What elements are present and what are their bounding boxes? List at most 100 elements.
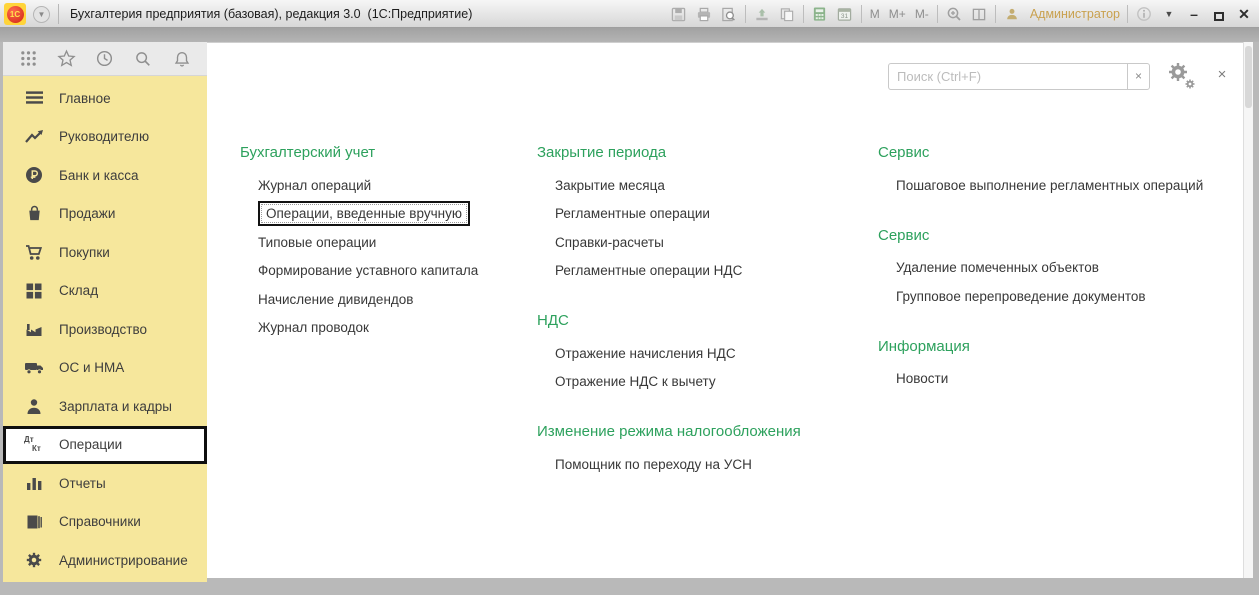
history-clock-icon[interactable] bbox=[94, 48, 116, 70]
calendar-icon[interactable]: 31 bbox=[836, 5, 854, 23]
books-icon bbox=[23, 512, 45, 532]
chevron-down-icon[interactable]: ▼ bbox=[1160, 5, 1178, 23]
link-novosti[interactable]: Новости bbox=[896, 371, 948, 386]
sidebar-item-operacii[interactable]: Дт Кт Операции bbox=[3, 425, 207, 464]
sidebar: Главное Руководителю Банк и касса Продаж… bbox=[3, 76, 207, 582]
section-title: Бухгалтерский учет bbox=[240, 144, 376, 161]
sidebar-item-proizvodstvo[interactable]: Производство bbox=[3, 310, 207, 349]
section-title: Закрытие периода bbox=[537, 144, 667, 161]
maximize-icon bbox=[1214, 11, 1224, 21]
app-logo: 1С bbox=[4, 3, 26, 25]
link-zhurnal-operacij[interactable]: Журнал операций bbox=[258, 178, 371, 193]
divider bbox=[860, 5, 862, 23]
sidebar-item-rukovoditelyu[interactable]: Руководителю bbox=[3, 118, 207, 157]
svg-text:31: 31 bbox=[841, 13, 849, 20]
section-servis-2: Сервис Удаление помеченных объектов Груп… bbox=[878, 226, 1238, 311]
favorites-star-icon[interactable] bbox=[56, 48, 78, 70]
divider bbox=[994, 5, 996, 23]
ruble-icon bbox=[23, 165, 45, 185]
link-operacii-vvedennye-vruchnuyu[interactable]: Операции, введенные вручную bbox=[258, 201, 470, 227]
search-input[interactable] bbox=[888, 63, 1128, 90]
menu-icon bbox=[23, 88, 45, 108]
zoom-icon[interactable] bbox=[945, 5, 963, 23]
sidebar-item-otchety[interactable]: Отчеты bbox=[3, 464, 207, 503]
dtkt-icon: Дт Кт bbox=[24, 434, 41, 453]
link-gruppovoe-pereprovedenie[interactable]: Групповое перепроведение документов bbox=[896, 289, 1146, 304]
truck-icon bbox=[23, 358, 45, 378]
link-pomoshchnik-usn[interactable]: Помощник по переходу на УСН bbox=[555, 457, 752, 472]
link-zakrytie-mesyaca[interactable]: Закрытие месяца bbox=[555, 178, 665, 193]
search-clear-button[interactable]: × bbox=[1127, 63, 1150, 90]
sidebar-item-prodazhi[interactable]: Продажи bbox=[3, 195, 207, 234]
vertical-scrollbar[interactable] bbox=[1243, 42, 1253, 578]
link-otrazhenie-nachisleniya-nds[interactable]: Отражение начисления НДС bbox=[555, 346, 736, 361]
maximize-button[interactable] bbox=[1210, 5, 1228, 23]
section-zakrytie-perioda: Закрытие периода Закрытие месяца Регламе… bbox=[537, 143, 872, 285]
minimize-button[interactable]: – bbox=[1185, 5, 1203, 23]
sidebar-item-spravochniki[interactable]: Справочники bbox=[3, 503, 207, 542]
cart-icon bbox=[23, 242, 45, 262]
settings-gears-icon[interactable] bbox=[1167, 61, 1197, 91]
person-icon bbox=[23, 396, 45, 416]
section-informaciya: Информация Новости bbox=[878, 337, 1238, 394]
gear-icon bbox=[23, 550, 45, 570]
section-nds: НДС Отражение начисления НДС Отражение Н… bbox=[537, 311, 872, 396]
send-icon[interactable] bbox=[753, 5, 771, 23]
link-spravki-raschety[interactable]: Справки-расчеты bbox=[555, 235, 664, 250]
link-reglamentnye-operacii-nds[interactable]: Регламентные операции НДС bbox=[555, 263, 742, 278]
divider bbox=[802, 5, 804, 23]
sidebar-item-pokupki[interactable]: Покупки bbox=[3, 233, 207, 272]
sidebar-item-zarplata-i-kadry[interactable]: Зарплата и кадры bbox=[3, 387, 207, 426]
print-icon[interactable] bbox=[695, 5, 713, 23]
info-icon[interactable] bbox=[1135, 5, 1153, 23]
link-poshagovoe-vypolnenie[interactable]: Пошаговое выполнение регламентных операц… bbox=[896, 178, 1203, 193]
close-button[interactable]: ✕ bbox=[1235, 5, 1253, 23]
copy-icon[interactable] bbox=[778, 5, 796, 23]
chart-icon bbox=[23, 473, 45, 493]
link-nachislenie-dividendov[interactable]: Начисление дивидендов bbox=[258, 292, 413, 307]
current-user-label[interactable]: Администратор bbox=[1030, 7, 1120, 21]
sidebar-item-sklad[interactable]: Склад bbox=[3, 272, 207, 311]
scrollbar-thumb[interactable] bbox=[1245, 46, 1252, 108]
panel-close-icon[interactable]: × bbox=[1212, 65, 1232, 85]
save-icon[interactable] bbox=[670, 5, 688, 23]
memory-subtract-button[interactable]: M- bbox=[914, 7, 930, 21]
sidebar-item-bank-i-kassa[interactable]: Банк и касса bbox=[3, 156, 207, 195]
bag-icon bbox=[23, 204, 45, 224]
window-frame-band bbox=[0, 28, 1259, 42]
sidebar-item-os-i-nma[interactable]: ОС и НМА bbox=[3, 349, 207, 388]
sidebar-item-label: Операции bbox=[59, 437, 123, 453]
search-icon[interactable] bbox=[132, 48, 154, 70]
sidebar-item-label: Склад bbox=[59, 283, 99, 299]
memory-recall-button[interactable]: M bbox=[869, 7, 881, 21]
sidebar-item-administrirovanie[interactable]: Администрирование bbox=[3, 541, 207, 580]
factory-icon bbox=[23, 319, 45, 339]
calculator-icon[interactable] bbox=[811, 5, 829, 23]
1c-logo-icon: 1С bbox=[6, 5, 24, 23]
sidebar-item-glavnoe[interactable]: Главное bbox=[3, 79, 207, 118]
link-udalenie-pomechennyh[interactable]: Удаление помеченных объектов bbox=[896, 260, 1099, 275]
sidebar-item-label: Главное bbox=[59, 90, 111, 106]
link-otrazhenie-nds-k-vychetu[interactable]: Отражение НДС к вычету bbox=[555, 374, 716, 389]
apps-grid-icon[interactable] bbox=[17, 48, 39, 70]
link-reglamentnye-operacii[interactable]: Регламентные операции bbox=[555, 206, 710, 221]
section-title: Сервис bbox=[878, 226, 930, 244]
content-column-2: Закрытие периода Закрытие месяца Регламе… bbox=[537, 143, 872, 505]
system-menu-button[interactable]: ▼ bbox=[33, 6, 50, 23]
app-window: 1С ▼ Бухгалтерия предприятия (базовая), … bbox=[0, 0, 1259, 595]
sidebar-item-label: Производство bbox=[59, 321, 148, 337]
link-tipovye-operacii[interactable]: Типовые операции bbox=[258, 235, 376, 250]
print-preview-icon[interactable] bbox=[720, 5, 738, 23]
sidebar-item-label: Администрирование bbox=[59, 552, 188, 568]
link-formirovanie-ustavnogo-kapitala[interactable]: Формирование уставного капитала bbox=[258, 263, 478, 278]
divider bbox=[936, 5, 938, 23]
link-zhurnal-provodok[interactable]: Журнал проводок bbox=[258, 320, 369, 335]
split-window-icon[interactable] bbox=[970, 5, 988, 23]
memory-add-button[interactable]: M+ bbox=[888, 7, 907, 21]
sidebar-item-label: Зарплата и кадры bbox=[59, 398, 172, 414]
user-icon bbox=[1003, 5, 1021, 23]
sidebar-item-label: Продажи bbox=[59, 206, 116, 222]
content-column-1: Бухгалтерский учет Журнал операций Опера… bbox=[240, 143, 530, 368]
notifications-bell-icon[interactable] bbox=[171, 48, 193, 70]
content-column-3: Сервис Пошаговое выполнение регламентных… bbox=[878, 143, 1238, 419]
